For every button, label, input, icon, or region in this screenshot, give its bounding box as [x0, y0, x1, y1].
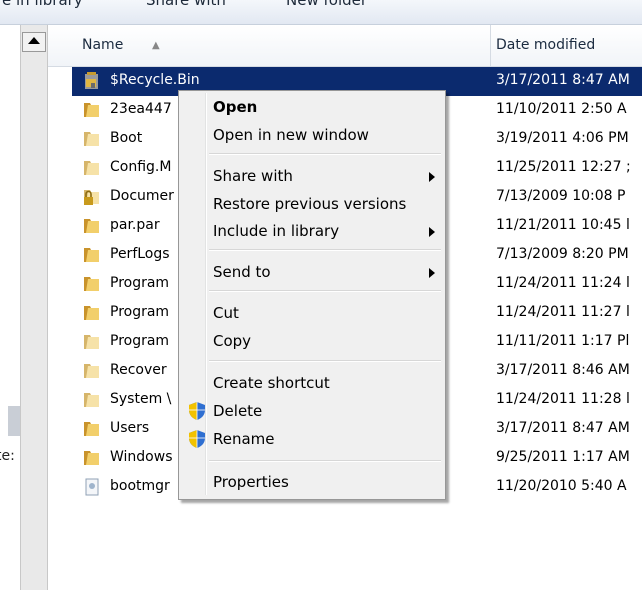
- include-in-library-menu[interactable]: e in library: [2, 0, 83, 9]
- file-name: Program: [110, 304, 170, 320]
- menu-item-rename[interactable]: Rename: [179, 425, 445, 453]
- uac-shield-icon: [189, 430, 205, 448]
- menu-item-label: Copy: [213, 332, 252, 350]
- recycle-folder-icon: [85, 72, 98, 89]
- file-name: Windows: [110, 449, 173, 465]
- folder-icon: [84, 103, 99, 117]
- menu-item-label: Include in library: [213, 222, 340, 240]
- file-name: 23ea447: [110, 101, 172, 117]
- file-name: Config.M: [110, 159, 172, 175]
- nav-item-cut[interactable]: te:: [0, 448, 15, 464]
- file-name: System \: [110, 391, 172, 407]
- file-name: bootmgr: [110, 478, 170, 494]
- table-row[interactable]: [48, 573, 642, 602]
- file-date: 7/13/2009 10:08 P: [496, 188, 626, 204]
- file-date: 7/13/2009 8:20 PM: [496, 246, 629, 262]
- file-name: $Recycle.Bin: [110, 72, 200, 88]
- context-menu: Open Open in new window Share with Resto…: [178, 90, 446, 500]
- share-with-menu[interactable]: Share with: [146, 0, 226, 9]
- file-date: 11/25/2011 12:27 ;: [496, 159, 631, 175]
- menu-item-include-in-library[interactable]: Include in library: [179, 217, 445, 245]
- locked-folder-icon: [84, 190, 99, 205]
- menu-item-label: Rename: [213, 430, 275, 448]
- folder-icon: [84, 248, 99, 262]
- file-date: 11/24/2011 11:27 l: [496, 304, 630, 320]
- file-date: 11/24/2011 11:28 l: [496, 391, 630, 407]
- file-name: Program: [110, 275, 170, 291]
- file-date: 3/17/2011 8:47 AM: [496, 420, 630, 436]
- menu-item-label: Send to: [213, 263, 271, 281]
- menu-item-open-new-window[interactable]: Open in new window: [179, 121, 445, 149]
- folder-icon: [84, 335, 99, 349]
- folder-icon: [84, 364, 99, 378]
- menu-item-open[interactable]: Open: [179, 93, 445, 121]
- folder-icon: [84, 132, 99, 146]
- menu-item-label: Open: [213, 98, 258, 116]
- menu-item-label: Share with: [213, 167, 293, 185]
- folder-icon: [84, 277, 99, 291]
- menu-item-send-to[interactable]: Send to: [179, 258, 445, 286]
- menu-separator: [209, 153, 441, 155]
- name-column-header[interactable]: Name: [82, 25, 123, 66]
- menu-item-properties[interactable]: Properties: [179, 468, 445, 496]
- menu-item-copy[interactable]: Copy: [179, 327, 445, 355]
- new-folder-button[interactable]: New folder: [286, 0, 367, 9]
- folder-icon: [84, 306, 99, 320]
- date-modified-column-header[interactable]: Date modified: [496, 25, 595, 66]
- scroll-up-button[interactable]: [22, 32, 46, 52]
- file-date: 11/11/2011 1:17 Pl: [496, 333, 630, 349]
- menu-separator: [209, 360, 441, 362]
- submenu-arrow-icon: [429, 268, 435, 278]
- folder-icon: [84, 219, 99, 233]
- folder-icon: [84, 161, 99, 175]
- menu-item-delete[interactable]: Delete: [179, 397, 445, 425]
- file-name: Users: [110, 420, 150, 436]
- menu-item-cut[interactable]: Cut: [179, 299, 445, 327]
- folder-icon: [84, 393, 99, 407]
- folder-icon: [84, 422, 99, 436]
- file-date: 11/20/2010 5:40 A: [496, 478, 627, 494]
- column-header: Name ▲ Date modified: [48, 25, 642, 67]
- nav-selection[interactable]: [8, 406, 20, 436]
- menu-item-label: Restore previous versions: [213, 195, 407, 213]
- file-date: 11/21/2011 10:45 l: [496, 217, 630, 233]
- file-name: Recover: [110, 362, 167, 378]
- menu-item-label: Cut: [213, 304, 239, 322]
- sort-ascending-icon: ▲: [152, 40, 160, 51]
- navigation-scrollbar[interactable]: [20, 25, 48, 590]
- command-bar: e in library Share with New folder: [0, 0, 642, 25]
- file-date: 11/24/2011 11:24 l: [496, 275, 630, 291]
- submenu-arrow-icon: [429, 227, 435, 237]
- column-divider[interactable]: [490, 25, 491, 66]
- file-name: PerfLogs: [110, 246, 170, 262]
- file-name: Program: [110, 333, 170, 349]
- file-date: 3/17/2011 8:46 AM: [496, 362, 630, 378]
- file-name: Documer: [110, 188, 174, 204]
- menu-item-create-shortcut[interactable]: Create shortcut: [179, 369, 445, 397]
- file-date: 11/10/2011 2:50 A: [496, 101, 627, 117]
- file-icon: [85, 478, 99, 496]
- file-date: 3/19/2011 4:06 PM: [496, 130, 629, 146]
- menu-separator: [209, 460, 441, 462]
- menu-item-share-with[interactable]: Share with: [179, 162, 445, 190]
- menu-separator: [209, 249, 441, 251]
- menu-item-label: Properties: [213, 473, 289, 491]
- menu-item-label: Open in new window: [213, 126, 369, 144]
- submenu-arrow-icon: [429, 172, 435, 182]
- menu-item-label: Create shortcut: [213, 374, 330, 392]
- folder-icon: [84, 451, 99, 465]
- file-name: par.par: [110, 217, 160, 233]
- uac-shield-icon: [189, 402, 205, 420]
- file-date: 3/17/2011 8:47 AM: [496, 72, 630, 88]
- menu-separator: [209, 290, 441, 292]
- file-name: Boot: [110, 130, 143, 146]
- file-date: 9/25/2011 1:17 AM: [496, 449, 630, 465]
- menu-item-restore-previous-versions[interactable]: Restore previous versions: [179, 190, 445, 218]
- menu-item-label: Delete: [213, 402, 263, 420]
